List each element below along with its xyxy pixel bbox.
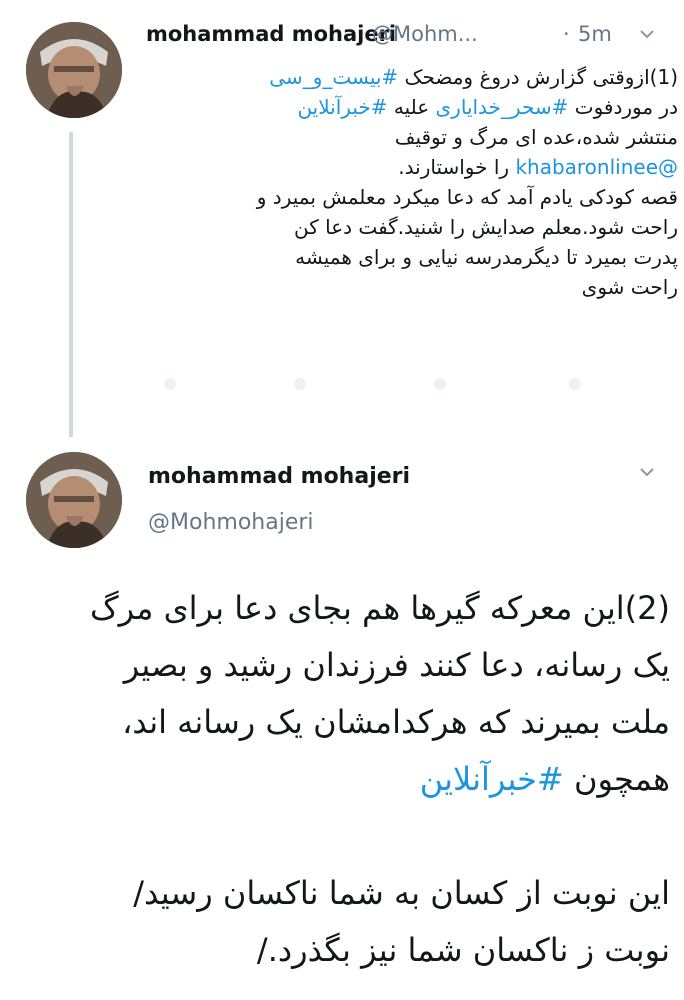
- tweet-text-segment: منتشر شده،عده ای مرگ و توقیف: [394, 125, 678, 149]
- chevron-down-icon[interactable]: [638, 462, 656, 487]
- thread-connector-line: [69, 132, 73, 437]
- display-name-2[interactable]: mohammad mohajeri: [148, 464, 410, 489]
- tweet-text-line: منتشر شده،عده ای مرگ و توقیف: [148, 122, 678, 152]
- mention-link[interactable]: @khabaronlinee: [515, 155, 678, 179]
- hashtag-link[interactable]: #بیست_و_سی: [269, 65, 398, 89]
- tweet-text-line: این نوبت از کسان به شما ناکسان رسید/: [10, 865, 670, 922]
- tweet-timestamp[interactable]: 5m: [578, 22, 612, 46]
- hashtag-link[interactable]: #خبرآنلاین: [297, 95, 387, 119]
- tweet-text-segment: را خواستارند.: [398, 155, 516, 179]
- tweet-text-segment: قصه کودکی یادم آمد که دعا میکرد معلمش بم…: [256, 185, 678, 209]
- tweet-text-line: ملت بمیرند که هرکدامشان یک رسانه اند،: [10, 694, 670, 751]
- tweet-text-segment: همچون: [563, 760, 670, 798]
- tweet-text-line: [10, 808, 670, 865]
- profile-photo: [26, 22, 122, 118]
- tweet-text-segment: راحت شوی: [581, 275, 678, 299]
- tweet-text-segment: علیه: [387, 95, 436, 119]
- tweet-text-line: همچون #خبرآنلاین: [10, 751, 670, 808]
- tweet-text-line: @khabaronlinee را خواستارند.: [148, 152, 678, 182]
- profile-photo: [26, 452, 122, 548]
- tweet-text-segment: (2)این معرکه گیرها هم بجای دعا برای مرگ: [89, 589, 670, 627]
- tweet-text-line: قصه کودکی یادم آمد که دعا میکرد معلمش بم…: [148, 182, 678, 212]
- avatar-mohammad-mohajeri[interactable]: [26, 22, 122, 118]
- avatar-mohammad-mohajeri-2[interactable]: [26, 452, 122, 548]
- faded-action-icons: [150, 372, 600, 396]
- tweet-text-line: راحت شود.معلم صدایش را شنید.گفت دعا کن: [148, 212, 678, 242]
- chevron-down-icon[interactable]: [638, 24, 656, 49]
- tweet-text-segment: پدرت بمیرد تا دیگرمدرسه نیایی و برای همی…: [295, 245, 678, 269]
- user-handle-2[interactable]: @Mohmohajeri: [148, 510, 314, 535]
- tweet-text-segment: این نوبت از کسان به شما ناکسان رسید/: [133, 874, 670, 912]
- tweet-2-text: (2)این معرکه گیرها هم بجای دعا برای مرگ ی…: [10, 580, 670, 979]
- tweet-text-line: پدرت بمیرد تا دیگرمدرسه نیایی و برای همی…: [148, 242, 678, 272]
- hashtag-link[interactable]: #خبرآنلاین: [420, 760, 564, 798]
- tweet-text-line: راحت شوی: [148, 272, 678, 302]
- tweet-text-segment: (1)ازوقتی گزارش دروغ ومضحک: [398, 65, 678, 89]
- tweet-text-segment: ملت بمیرند که هرکدامشان یک رسانه اند،: [122, 703, 670, 741]
- display-name[interactable]: mohammad mohajeri: [146, 22, 396, 46]
- tweet-text-line: نوبت ز ناکسان شما نیز بگذرد./: [10, 922, 670, 979]
- tweet-text-line: (1)ازوقتی گزارش دروغ ومضحک #بیست_و_سی: [148, 62, 678, 92]
- tweet-text-segment: نوبت ز ناکسان شما نیز بگذرد./: [256, 931, 670, 969]
- tweet-text-segment: راحت شود.معلم صدایش را شنید.گفت دعا کن: [294, 215, 678, 239]
- hashtag-link[interactable]: #سحر_خدایاری: [436, 95, 569, 119]
- user-handle[interactable]: @Mohm...: [372, 22, 478, 46]
- tweet-1-text: (1)ازوقتی گزارش دروغ ومضحک #بیست_و_سی در …: [148, 62, 678, 302]
- tweet-text-segment: در موردفوت: [568, 95, 678, 119]
- meta-separator: ·: [563, 22, 570, 46]
- tweet-text-line: در موردفوت #سحر_خدایاری علیه #خبرآنلاین: [148, 92, 678, 122]
- tweet-text-line: یک رسانه، دعا کنند فرزندان رشید و بصیر: [10, 637, 670, 694]
- tweet-text-line: (2)این معرکه گیرها هم بجای دعا برای مرگ: [10, 580, 670, 637]
- tweet-text-segment: یک رسانه، دعا کنند فرزندان رشید و بصیر: [123, 646, 670, 684]
